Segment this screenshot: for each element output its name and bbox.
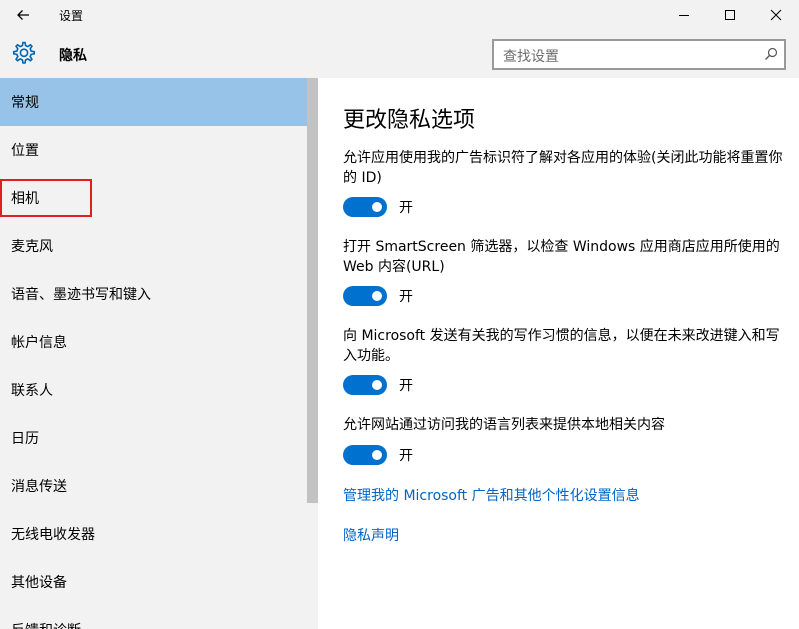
toggle-state-label: 开 bbox=[399, 200, 413, 216]
gear-icon bbox=[13, 41, 35, 64]
sidebar-item-contacts[interactable]: 联系人 bbox=[0, 366, 307, 414]
manage-ads-info-link[interactable]: 管理我的 Microsoft 广告和其他个性化设置信息 bbox=[343, 485, 640, 505]
toggle-knob bbox=[372, 291, 382, 301]
minimize-button[interactable] bbox=[661, 0, 707, 30]
section-title: 更改隐私选项 bbox=[343, 108, 476, 133]
sidebar: 常规 位置 相机 麦克风 语音、墨迹书写和键入 帐户信息 联系人 日历 消息传送… bbox=[0, 78, 318, 629]
search-icon[interactable] bbox=[764, 47, 778, 61]
sidebar-item-speech-inking-typing[interactable]: 语音、墨迹书写和键入 bbox=[0, 270, 307, 318]
back-button[interactable] bbox=[8, 3, 38, 27]
sidebar-item-messaging[interactable]: 消息传送 bbox=[0, 462, 307, 510]
option-smartscreen-text: 打开 SmartScreen 筛选器，以检查 Windows 应用商店应用所使用… bbox=[343, 239, 780, 275]
sidebar-item-label: 反馈和诊断 bbox=[11, 620, 81, 629]
minimize-icon bbox=[679, 15, 689, 16]
title-bar: 设置 bbox=[0, 0, 799, 30]
sidebar-item-microphone[interactable]: 麦克风 bbox=[0, 222, 307, 270]
sidebar-item-label: 帐户信息 bbox=[11, 335, 67, 351]
toggle-knob bbox=[372, 202, 382, 212]
page-title: 隐私 bbox=[59, 48, 87, 64]
page-header: 隐私 查找设置 bbox=[0, 30, 799, 78]
close-button[interactable] bbox=[753, 0, 799, 30]
close-icon bbox=[770, 9, 782, 21]
privacy-statement-link[interactable]: 隐私声明 bbox=[343, 525, 399, 545]
sidebar-item-label: 常规 bbox=[11, 95, 39, 111]
language-list-toggle[interactable] bbox=[343, 445, 387, 465]
sidebar-item-label: 无线电收发器 bbox=[11, 527, 95, 543]
window-title: 设置 bbox=[59, 9, 84, 23]
sidebar-item-label: 日历 bbox=[11, 431, 39, 447]
sidebar-item-location[interactable]: 位置 bbox=[0, 126, 307, 174]
sidebar-item-account-info[interactable]: 帐户信息 bbox=[0, 318, 307, 366]
sidebar-scrollbar[interactable] bbox=[307, 78, 318, 503]
sidebar-item-radios[interactable]: 无线电收发器 bbox=[0, 510, 307, 558]
sidebar-item-feedback-diagnostics[interactable]: 反馈和诊断 bbox=[0, 606, 307, 629]
option-language-list-text: 允许网站通过访问我的语言列表来提供本地相关内容 bbox=[343, 417, 665, 433]
sidebar-item-label: 消息传送 bbox=[11, 479, 67, 495]
option-advertising-id-text: 允许应用使用我的广告标识符了解对各应用的体验(关闭此功能将重置你的 ID) bbox=[343, 150, 783, 186]
toggle-state-label: 开 bbox=[399, 378, 413, 394]
camera-highlight-box bbox=[0, 179, 92, 217]
sidebar-item-label: 其他设备 bbox=[11, 575, 67, 591]
sidebar-item-label: 位置 bbox=[11, 143, 39, 159]
option-advertising-id-toggle-row: 开 bbox=[343, 196, 413, 218]
sidebar-item-general[interactable]: 常规 bbox=[0, 78, 307, 126]
sidebar-item-label: 联系人 bbox=[11, 383, 53, 399]
search-input[interactable]: 查找设置 bbox=[492, 39, 786, 70]
option-language-list-toggle-row: 开 bbox=[343, 444, 413, 466]
toggle-state-label: 开 bbox=[399, 289, 413, 305]
toggle-state-label: 开 bbox=[399, 448, 413, 464]
main-content: 更改隐私选项 允许应用使用我的广告标识符了解对各应用的体验(关闭此功能将重置你的… bbox=[318, 78, 799, 629]
toggle-knob bbox=[372, 380, 382, 390]
option-smartscreen-toggle-row: 开 bbox=[343, 285, 413, 307]
advertising-id-toggle[interactable] bbox=[343, 197, 387, 217]
option-writing-info-toggle-row: 开 bbox=[343, 374, 413, 396]
maximize-icon bbox=[725, 10, 735, 20]
sidebar-item-label: 麦克风 bbox=[11, 239, 53, 255]
sidebar-item-calendar[interactable]: 日历 bbox=[0, 414, 307, 462]
search-placeholder: 查找设置 bbox=[503, 49, 559, 65]
maximize-button[interactable] bbox=[707, 0, 753, 30]
sidebar-item-label: 语音、墨迹书写和键入 bbox=[11, 287, 151, 303]
writing-info-toggle[interactable] bbox=[343, 375, 387, 395]
sidebar-item-other-devices[interactable]: 其他设备 bbox=[0, 558, 307, 606]
smartscreen-toggle[interactable] bbox=[343, 286, 387, 306]
toggle-knob bbox=[372, 450, 382, 460]
option-writing-info-text: 向 Microsoft 发送有关我的写作习惯的信息，以便在未来改进键入和写入功能… bbox=[343, 328, 780, 364]
back-arrow-icon bbox=[17, 10, 29, 20]
